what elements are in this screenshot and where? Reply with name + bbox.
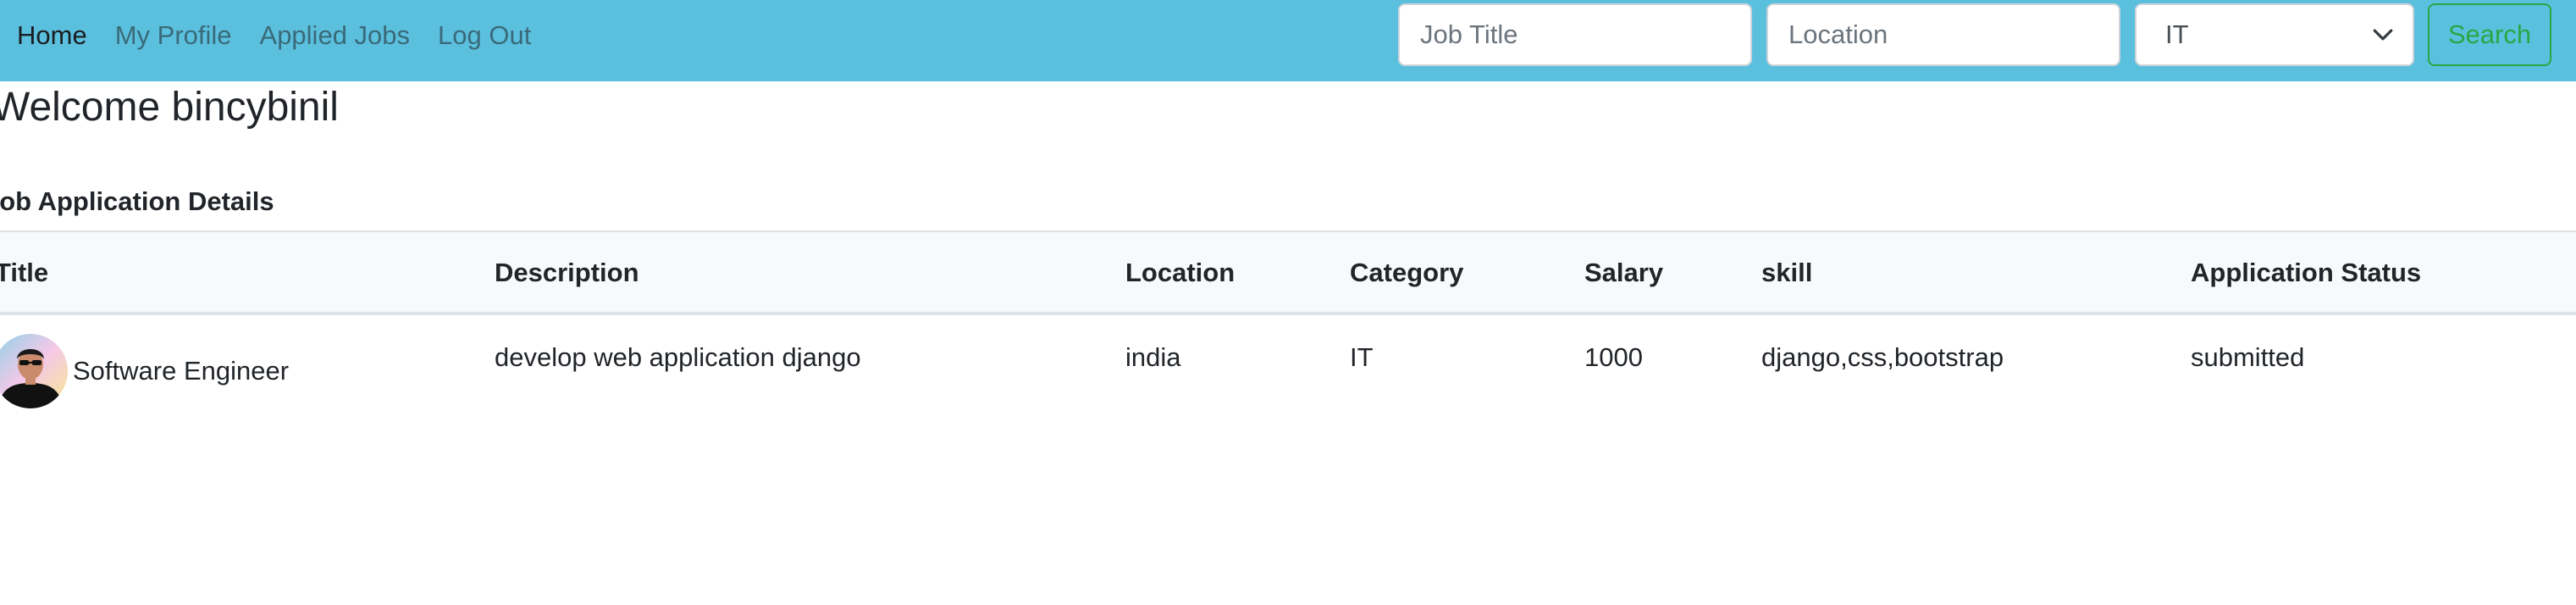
applications-table: Title Description Location Category Sala… [0,230,2576,425]
chevron-down-icon [2373,29,2393,41]
search-button[interactable]: Search [2428,3,2551,66]
section-title: Job Application Details [0,186,274,216]
column-header-category: Category [1350,258,1464,287]
job-title-cell: Software Engineer [73,356,290,386]
job-title-input[interactable] [1398,3,1752,66]
nav-log-out-link[interactable]: Log Out [438,20,531,51]
column-header-application-status: Application Status [2191,258,2422,287]
description-cell: develop web application django [495,342,861,372]
column-header-description: Description [495,258,639,287]
table-header: Title Description Location Category Sala… [0,230,2576,315]
avatar [0,334,68,408]
location-cell: india [1125,342,1181,372]
column-header-location: Location [1125,258,1235,287]
category-select-value: IT [2165,19,2189,49]
table-row: Software Engineer develop web applicatio… [0,315,2576,425]
column-header-skill: skill [1761,258,1813,287]
nav-my-profile-link[interactable]: My Profile [115,20,232,51]
column-header-salary: Salary [1584,258,1664,287]
top-navbar: Home My Profile Applied Jobs Log Out IT … [0,0,2576,81]
column-header-title: Title [0,258,49,287]
nav-home-link[interactable]: Home [17,20,87,51]
nav-applied-jobs-link[interactable]: Applied Jobs [260,20,411,51]
category-cell: IT [1350,342,1374,372]
salary-cell: 1000 [1584,342,1643,372]
nav-links: Home My Profile Applied Jobs Log Out [0,0,559,71]
page: Home My Profile Applied Jobs Log Out IT … [0,0,2576,605]
status-cell: submitted [2191,342,2305,372]
category-select[interactable]: IT [2135,3,2414,66]
location-input[interactable] [1766,3,2120,66]
skill-cell: django,css,bootstrap [1761,342,2004,372]
welcome-heading: Welcome bincybinil [0,85,339,130]
